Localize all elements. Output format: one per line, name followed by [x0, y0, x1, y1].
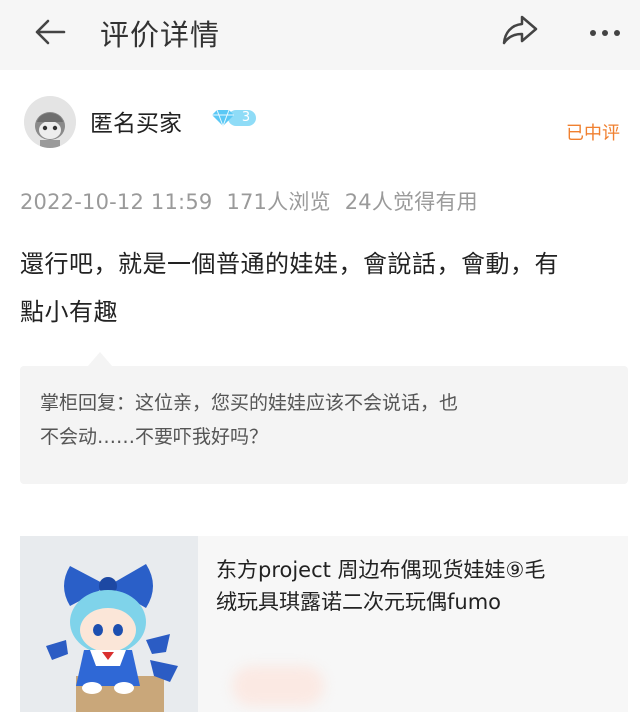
more-button[interactable] — [580, 10, 630, 50]
more-dots-icon — [587, 21, 623, 40]
reply-pointer — [88, 352, 112, 366]
username: 匿名买家 — [90, 111, 182, 137]
share-button[interactable] — [498, 10, 542, 50]
share-icon — [502, 15, 538, 45]
vip-level-number: 3 — [241, 110, 251, 125]
product-title-line-2: 绒玩具琪露诺二次元玩偶fumo — [216, 590, 502, 614]
rating-label: 已中评 — [566, 123, 620, 144]
seller-reply-line-2: 不会动……不要吓我好吗？ — [40, 426, 269, 448]
review-detail-page: 评价详情 匿名买家 3 已中评 2022-10-12 11:59 171人浏览 … — [0, 0, 640, 712]
top-nav-bar: 评价详情 — [0, 0, 640, 70]
page-title: 评价详情 — [100, 18, 221, 52]
seller-reply-line-1: 掌柜回复：这位亲，您买的娃娃应该不会说话，也 — [40, 392, 459, 414]
review-line-2: 點小有趣 — [20, 298, 118, 326]
back-button[interactable] — [30, 12, 70, 52]
product-image[interactable] — [20, 536, 198, 712]
review-line-1: 還行吧，就是一個普通的娃娃，會說話，會動，有 — [20, 250, 559, 278]
avatar[interactable] — [24, 96, 76, 148]
review-content: 還行吧，就是一個普通的娃娃，會說話，會動，有 點小有趣 — [20, 240, 625, 336]
seller-reply-text: 掌柜回复：这位亲，您买的娃娃应该不会说话，也 不会动……不要吓我好吗？ — [40, 386, 610, 454]
product-title-line-1: 东方project 周边布偶现货娃娃⑨毛 — [216, 558, 546, 582]
review-date: 2022-10-12 11:59 — [20, 190, 213, 214]
product-card[interactable]: 东方project 周边布偶现货娃娃⑨毛 绒玩具琪露诺二次元玩偶fumo — [20, 536, 628, 712]
arrow-left-icon — [35, 19, 66, 45]
view-count: 171人浏览 — [226, 190, 331, 214]
user-avatar-icon — [24, 96, 76, 148]
plush-doll-image — [20, 536, 198, 712]
product-title[interactable]: 东方project 周边布偶现货娃娃⑨毛 绒玩具琪露诺二次元玩偶fumo — [216, 554, 620, 618]
blurred-price-area — [232, 666, 324, 706]
review-meta: 2022-10-12 11:59 171人浏览 24人觉得有用 — [20, 186, 478, 216]
helpful-count[interactable]: 24人觉得有用 — [345, 190, 478, 214]
